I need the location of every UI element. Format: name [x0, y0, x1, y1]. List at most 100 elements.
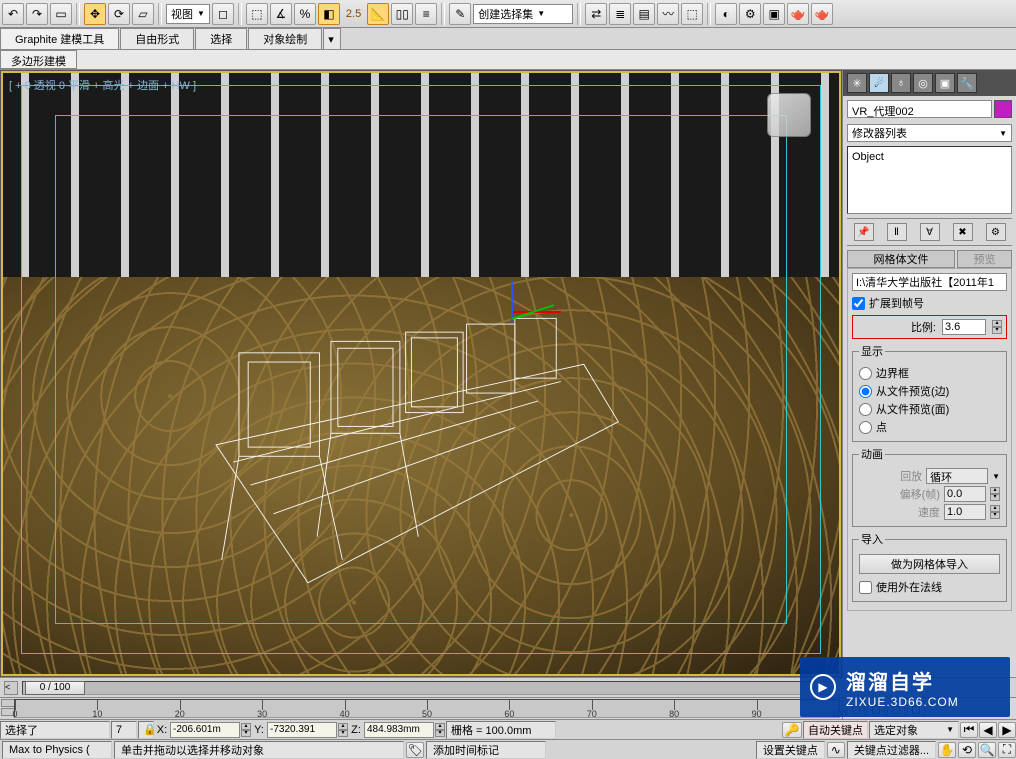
- play-start[interactable]: ⏮: [960, 722, 978, 738]
- unique-button[interactable]: ∀: [920, 223, 940, 241]
- mesh-file-path[interactable]: I:\清华大学出版社【2011年1: [852, 273, 1007, 291]
- disp-bbox-radio[interactable]: [859, 367, 872, 380]
- schematic-button[interactable]: ⬚: [681, 3, 703, 25]
- x-spinner[interactable]: ▴▾: [241, 723, 251, 737]
- timeline-prev[interactable]: <: [4, 681, 18, 695]
- curve-editor-button[interactable]: 〰: [657, 3, 679, 25]
- material-editor-button[interactable]: ◐: [715, 3, 737, 25]
- render-button[interactable]: 🫖: [787, 3, 809, 25]
- disp-point-radio[interactable]: [859, 421, 872, 434]
- rotate-button[interactable]: ⟳: [108, 3, 130, 25]
- selection-set-dropdown[interactable]: 创建选择集▼: [473, 4, 573, 24]
- view-dropdown[interactable]: 视图▼: [166, 4, 210, 24]
- modifier-item[interactable]: Object: [850, 149, 1009, 165]
- script-listener[interactable]: Max to Physics (: [2, 741, 112, 759]
- viewport-label[interactable]: [ + 0 透视 0 平滑 + 高光 + 边面 + HW ]: [9, 77, 196, 93]
- tab-objpaint[interactable]: 对象绘制: [248, 28, 322, 49]
- rollout-mesh-header[interactable]: 网格体文件: [847, 250, 955, 268]
- x-coord-input[interactable]: [170, 722, 240, 738]
- subtab-polymodel[interactable]: 多边形建模: [0, 50, 77, 69]
- display-tab-icon[interactable]: ▣: [935, 73, 955, 93]
- playback-dropdown[interactable]: 循环: [926, 468, 988, 484]
- percent-snap[interactable]: %: [294, 3, 316, 25]
- tab-graphite[interactable]: Graphite 建模工具: [0, 28, 119, 49]
- ref-coord-button[interactable]: ◻: [212, 3, 234, 25]
- modifier-list-dropdown[interactable]: 修改器列表▼: [847, 124, 1012, 142]
- import-mesh-button[interactable]: 做为网格体导入: [859, 554, 1000, 574]
- render-prod-button[interactable]: 🫖: [811, 3, 833, 25]
- render-setup-button[interactable]: ⚙: [739, 3, 761, 25]
- spinner-snap[interactable]: ◧: [318, 3, 340, 25]
- keymode-dropdown[interactable]: 选定对象 ▼: [869, 721, 959, 739]
- render-frame-button[interactable]: ▣: [763, 3, 785, 25]
- show-end-button[interactable]: Ⅱ: [887, 223, 907, 241]
- y-coord-input[interactable]: [267, 722, 337, 738]
- expand-frame-checkbox[interactable]: [852, 297, 865, 310]
- keyfilter-icon[interactable]: ∿: [827, 742, 845, 758]
- time-slider-thumb[interactable]: 0 / 100: [25, 681, 85, 695]
- layers-button[interactable]: ≣: [609, 3, 631, 25]
- mirror-button[interactable]: ▯▯: [391, 3, 413, 25]
- import-legend: 导入: [859, 531, 885, 547]
- motion-tab-icon[interactable]: ◎: [913, 73, 933, 93]
- select-button[interactable]: ▭: [50, 3, 72, 25]
- modify-tab-icon[interactable]: ☄: [869, 73, 889, 93]
- tab-select[interactable]: 选择: [195, 28, 247, 49]
- object-name-input[interactable]: VR_代理002: [847, 100, 992, 118]
- angle-snap[interactable]: ∡: [270, 3, 292, 25]
- key-icon[interactable]: 🔑: [782, 722, 802, 738]
- snap-toggle[interactable]: ⬚: [246, 3, 268, 25]
- create-tab-icon[interactable]: ✳: [847, 73, 867, 93]
- nav-pan[interactable]: ✋: [938, 742, 956, 758]
- transform-gizmo[interactable]: [471, 271, 551, 351]
- redo-button[interactable]: ↷: [26, 3, 48, 25]
- play-prev[interactable]: ◀: [979, 722, 997, 738]
- scale-spinner[interactable]: ▴▾: [992, 320, 1002, 334]
- layer-mgr-button[interactable]: ▤: [633, 3, 655, 25]
- nav-orbit[interactable]: ⟲: [958, 742, 976, 758]
- scale-button[interactable]: ▱: [132, 3, 154, 25]
- mirror2-button[interactable]: ⇄: [585, 3, 607, 25]
- nav-zoom[interactable]: 🔍: [978, 742, 996, 758]
- viewcube[interactable]: [767, 93, 811, 137]
- timeconfig-icon[interactable]: 🏷: [406, 742, 424, 758]
- external-normals-checkbox[interactable]: [859, 581, 872, 594]
- rollout-preview-header[interactable]: 预览: [957, 250, 1012, 268]
- autokey-button[interactable]: 自动关键点: [803, 721, 868, 739]
- remove-mod-button[interactable]: ✖: [953, 223, 973, 241]
- disp-face-radio[interactable]: [859, 403, 872, 416]
- hierarchy-tab-icon[interactable]: ♁: [891, 73, 911, 93]
- nav-max[interactable]: ⛶: [998, 742, 1016, 758]
- time-slider-track[interactable]: 0 / 100: [22, 681, 816, 695]
- z-spinner[interactable]: ▴▾: [435, 723, 445, 737]
- track-toggle1[interactable]: [1, 699, 15, 707]
- viewport-perspective[interactable]: [ + 0 透视 0 平滑 + 高光 + 边面 + HW ]: [3, 73, 839, 674]
- disp-edge-radio[interactable]: [859, 385, 872, 398]
- ruler-track[interactable]: 0102030405060708090100: [14, 699, 840, 718]
- align-button[interactable]: ≡: [415, 3, 437, 25]
- z-coord-input[interactable]: [364, 722, 434, 738]
- ribbon-expand[interactable]: ▾: [323, 28, 341, 49]
- utilities-tab-icon[interactable]: 🔧: [957, 73, 977, 93]
- object-color-swatch[interactable]: [994, 100, 1012, 118]
- keyfilter-button[interactable]: 关键点过滤器...: [847, 741, 936, 759]
- angle-button[interactable]: 📐: [367, 3, 389, 25]
- z-label: Z:: [349, 724, 363, 736]
- play-button[interactable]: ▶: [998, 722, 1016, 738]
- tab-freeform[interactable]: 自由形式: [120, 28, 194, 49]
- speed-spinner[interactable]: ▴▾: [990, 505, 1000, 519]
- undo-button[interactable]: ↶: [2, 3, 24, 25]
- named-sel-icon[interactable]: ✎: [449, 3, 471, 25]
- pin-stack-button[interactable]: 📌: [854, 223, 874, 241]
- lock-selection-icon[interactable]: 🔒: [138, 721, 154, 739]
- add-time-tag[interactable]: 添加时间标记: [426, 741, 546, 759]
- scale-input[interactable]: [942, 319, 986, 335]
- configure-button[interactable]: ⚙: [986, 223, 1006, 241]
- setkey-button[interactable]: 设置关键点: [756, 741, 825, 759]
- y-spinner[interactable]: ▴▾: [338, 723, 348, 737]
- modifier-stack[interactable]: Object: [847, 146, 1012, 214]
- move-button[interactable]: ✥: [84, 3, 106, 25]
- speed-input[interactable]: [944, 504, 986, 520]
- offset-input[interactable]: [944, 486, 986, 502]
- offset-spinner[interactable]: ▴▾: [990, 487, 1000, 501]
